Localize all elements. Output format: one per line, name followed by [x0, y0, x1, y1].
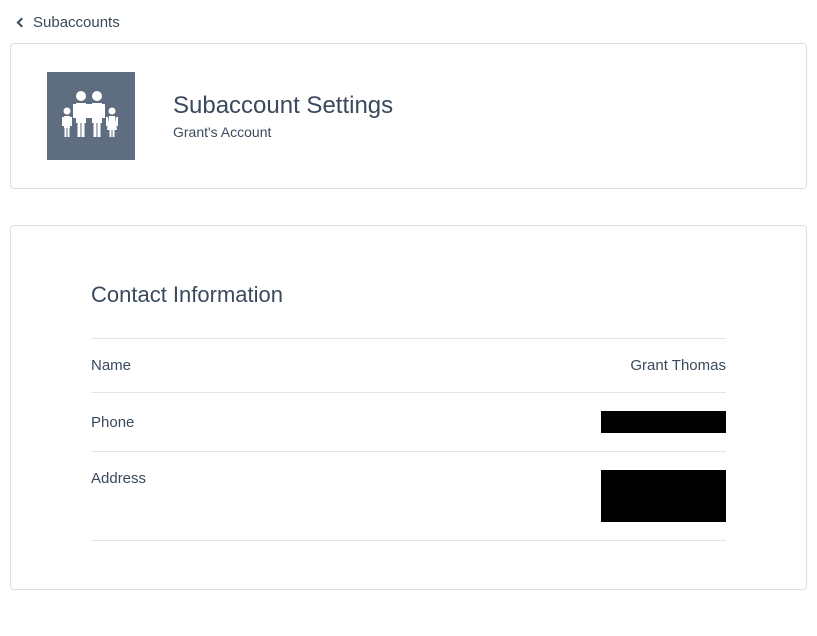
contact-info-card: Contact Information Name Grant Thomas Ph… — [10, 225, 807, 590]
label-address: Address — [91, 470, 146, 487]
value-phone-redacted — [601, 411, 726, 433]
family-icon — [47, 72, 135, 160]
contact-row-phone: Phone — [91, 392, 726, 451]
chevron-left-icon — [17, 18, 27, 28]
header-card: Subaccount Settings Grant's Account — [10, 43, 807, 189]
contact-row-address: Address — [91, 451, 726, 541]
breadcrumb-label: Subaccounts — [33, 14, 120, 31]
label-name: Name — [91, 357, 131, 374]
breadcrumb-back-link[interactable]: Subaccounts — [10, 10, 807, 35]
value-address-redacted — [601, 470, 726, 522]
header-text: Subaccount Settings Grant's Account — [173, 92, 393, 140]
section-title-contact: Contact Information — [91, 282, 726, 308]
contact-row-name: Name Grant Thomas — [91, 338, 726, 392]
page-subtitle: Grant's Account — [173, 124, 393, 140]
label-phone: Phone — [91, 414, 134, 431]
value-name: Grant Thomas — [630, 357, 726, 374]
page-title: Subaccount Settings — [173, 92, 393, 120]
